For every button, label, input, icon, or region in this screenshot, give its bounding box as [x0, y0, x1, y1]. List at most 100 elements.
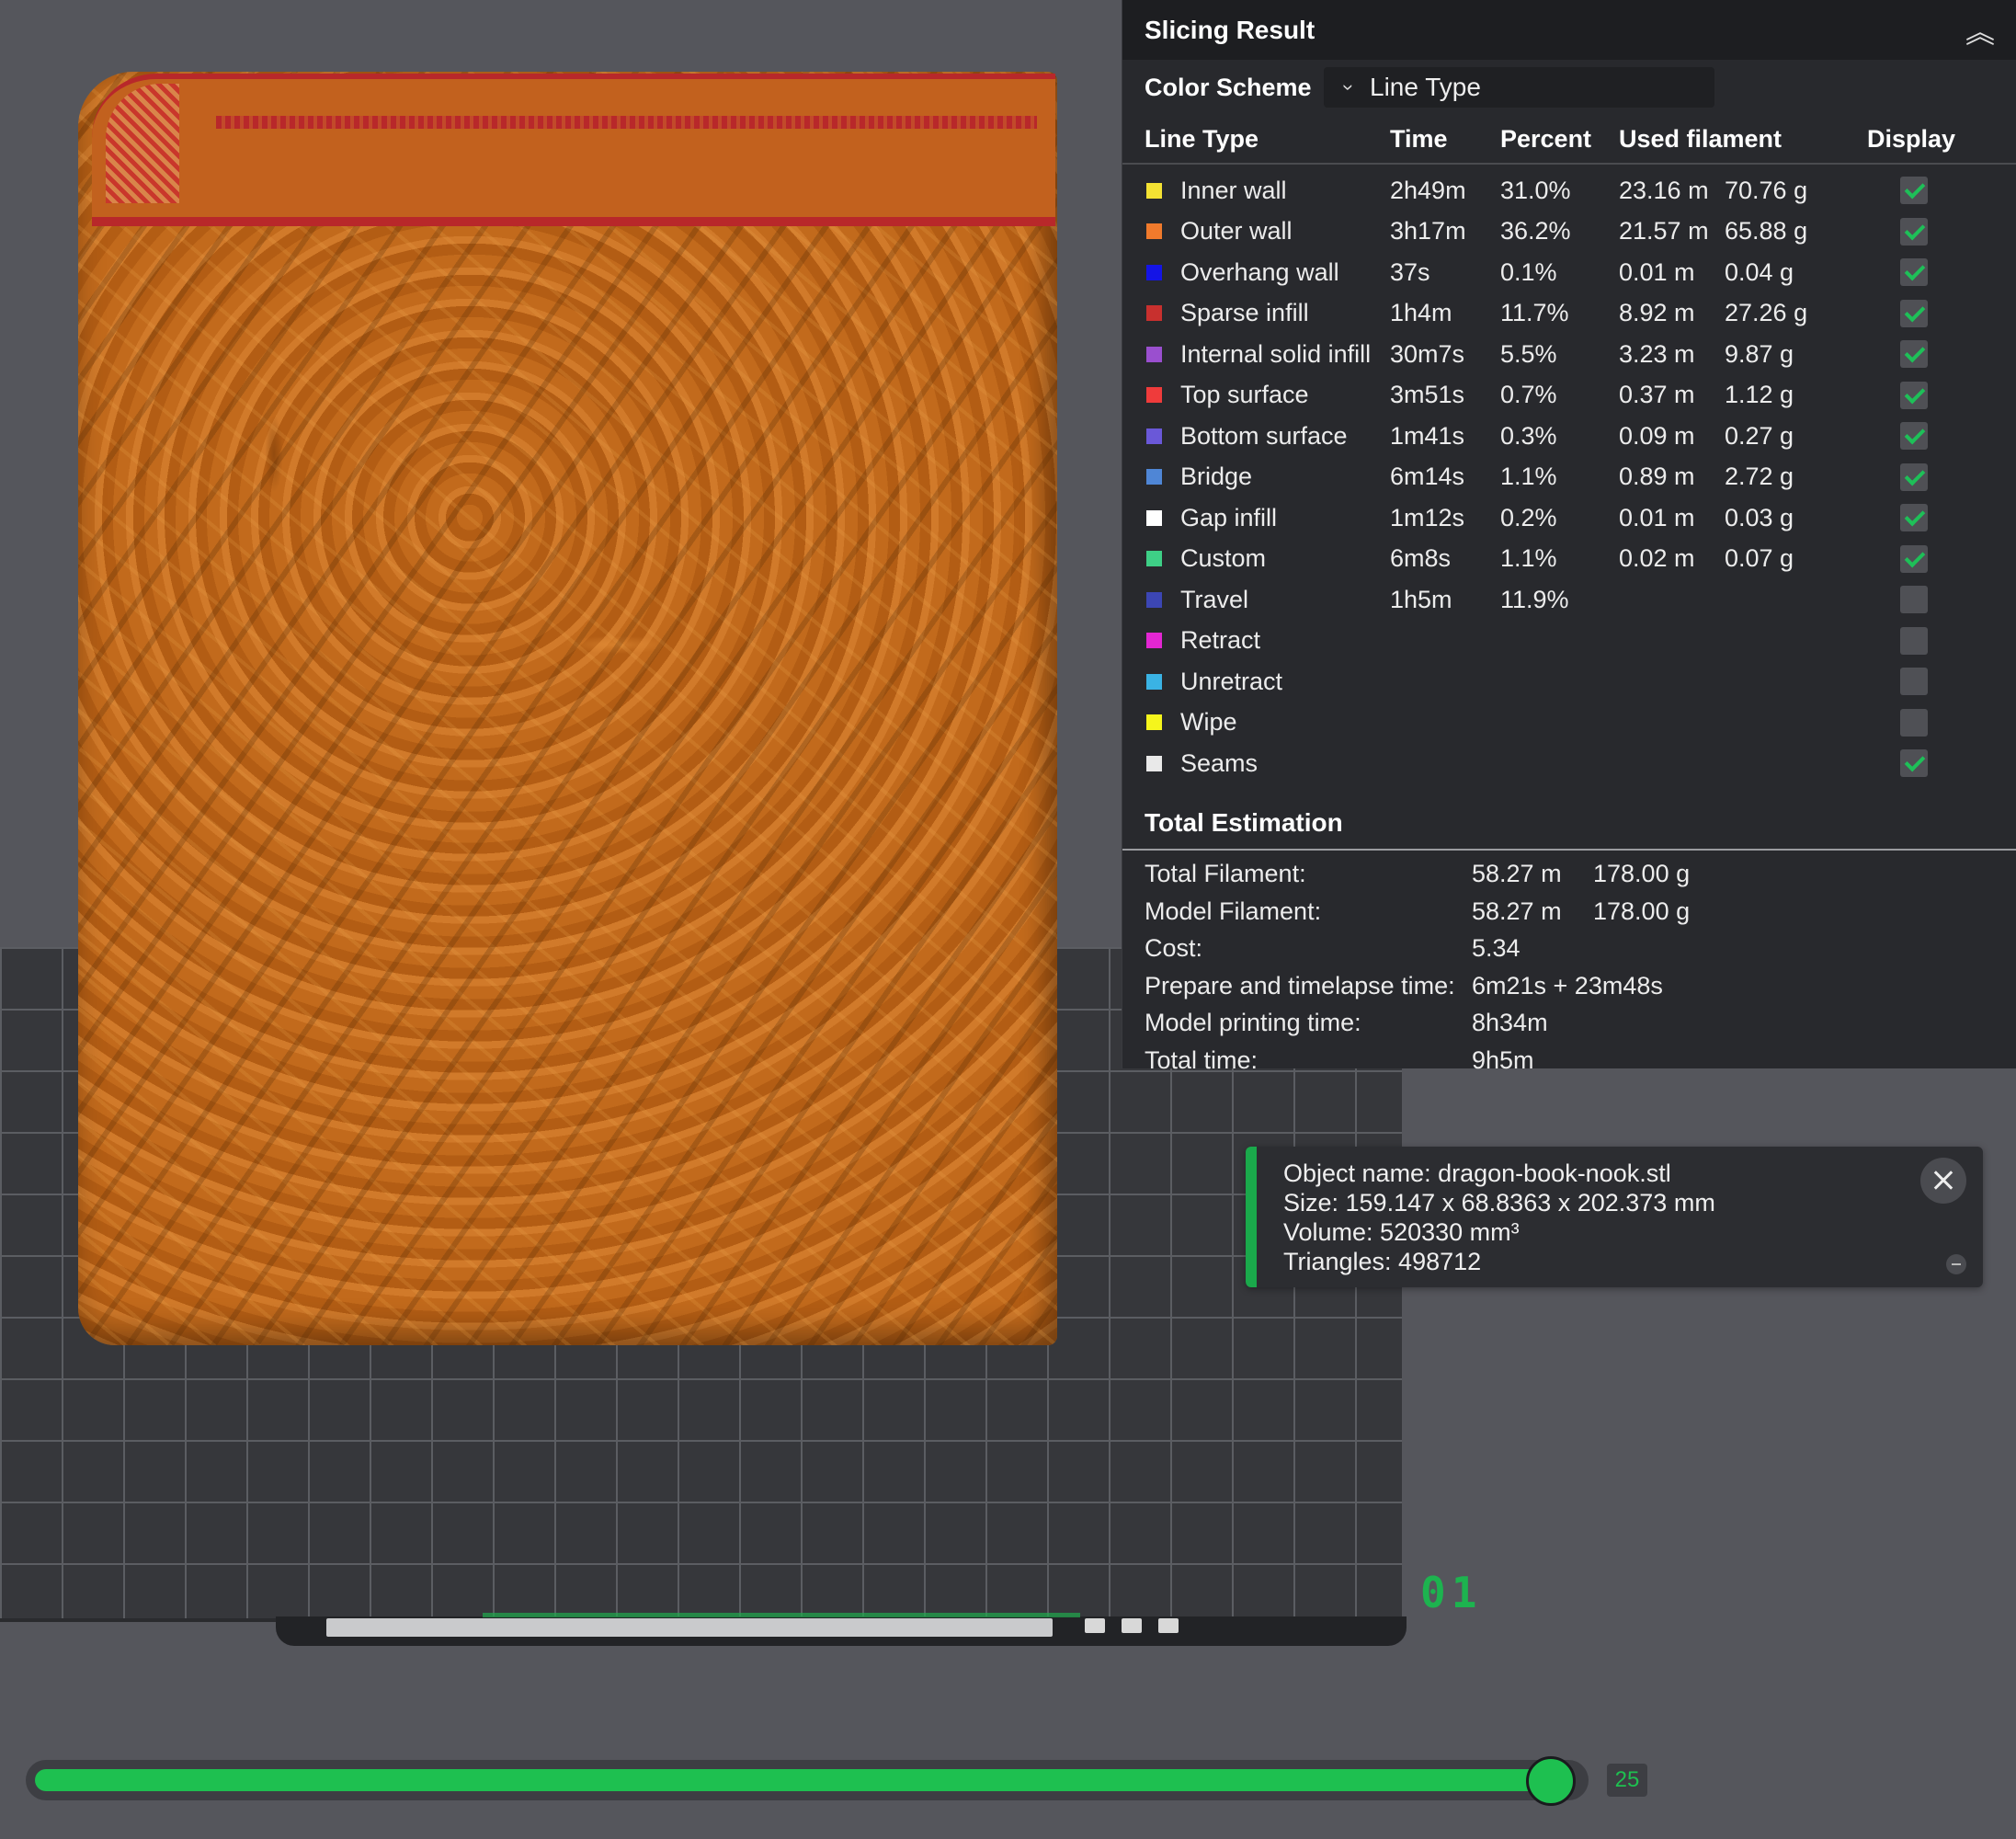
- used-filament-meters: 0.09 m: [1619, 421, 1695, 450]
- line-type-name: Seams: [1180, 748, 1259, 777]
- line-type-time: 6m14s: [1390, 463, 1465, 491]
- display-checkbox[interactable]: [1899, 217, 1928, 246]
- line-type-cell: Gap infill: [1145, 504, 1390, 532]
- total-label: Total Filament:: [1145, 860, 1306, 888]
- display-cell: [1865, 299, 1957, 327]
- display-checkbox[interactable]: [1899, 749, 1928, 778]
- line-type-percent: 11.7%: [1500, 299, 1569, 327]
- display-checkbox[interactable]: [1899, 504, 1928, 532]
- line-type-name: Unretract: [1180, 667, 1283, 695]
- line-type-cell: Wipe: [1145, 708, 1390, 737]
- total-estimation-table: Total Filament: 58.27 m 178.00 g Model Fila…: [1122, 851, 2016, 1079]
- display-checkbox[interactable]: [1899, 668, 1928, 696]
- line-type-row: Custom 6m8s 1.1% 0.02 m 0.07 g: [1122, 539, 2016, 580]
- display-checkbox[interactable]: [1899, 463, 1928, 491]
- chevron-down-icon: ›: [1338, 84, 1361, 91]
- used-filament-grams: 0.03 g: [1725, 503, 1794, 531]
- display-checkbox[interactable]: [1899, 586, 1928, 614]
- display-checkbox[interactable]: [1899, 381, 1928, 409]
- layer-slider-thumb[interactable]: [1526, 1756, 1577, 1806]
- display-checkbox[interactable]: [1899, 177, 1928, 205]
- line-type-time: 1m12s: [1390, 503, 1465, 531]
- layer-slider-fill: [35, 1769, 1549, 1791]
- line-type-row: Bridge 6m14s 1.1% 0.89 m 2.72 g: [1122, 457, 2016, 498]
- display-cell: [1865, 340, 1957, 369]
- total-row: Total time: 9h5m: [1122, 1042, 2016, 1079]
- line-type-name: Wipe: [1180, 708, 1237, 737]
- object-info-popup: Object name: dragon-book-nook.stl Size: …: [1246, 1147, 1983, 1287]
- object-volume: Volume: 520330 mm³: [1283, 1218, 1520, 1246]
- layer-slider[interactable]: [26, 1756, 1589, 1806]
- display-checkbox[interactable]: [1899, 299, 1928, 327]
- double-chevron-up-icon[interactable]: ︽: [1965, 9, 1995, 51]
- total-value: 9h5m: [1472, 1045, 1534, 1074]
- object-size: Size: 159.147 x 68.8363 x 202.373 mm: [1283, 1189, 1715, 1216]
- color-swatch: [1146, 755, 1162, 771]
- line-type-name: Inner wall: [1180, 176, 1287, 204]
- total-row: Model Filament: 58.27 m 178.00 g: [1122, 893, 2016, 931]
- display-checkbox[interactable]: [1899, 340, 1928, 369]
- display-cell: [1865, 258, 1957, 287]
- color-swatch: [1146, 714, 1162, 731]
- total-value: 58.27 m: [1472, 897, 1562, 925]
- build-plate-label: [326, 1613, 1080, 1637]
- model-top-edge: [92, 74, 1055, 226]
- line-type-cell: Overhang wall: [1145, 258, 1390, 287]
- display-checkbox[interactable]: [1899, 422, 1928, 451]
- display-cell: [1865, 177, 1957, 205]
- line-type-name: Travel: [1180, 585, 1249, 613]
- color-scheme-label: Color Scheme: [1145, 73, 1312, 101]
- color-swatch: [1146, 387, 1162, 404]
- line-type-table-header: Line Type Time Percent Used filament Dis…: [1122, 115, 2016, 165]
- display-cell: [1865, 708, 1957, 737]
- total-row: Model printing time: 8h34m: [1122, 1005, 2016, 1043]
- color-scheme-value: Line Type: [1370, 73, 1481, 101]
- line-type-time: 30m7s: [1390, 339, 1465, 368]
- line-type-cell: Internal solid infill: [1145, 340, 1390, 369]
- line-type-name: Internal solid infill: [1180, 339, 1372, 368]
- line-type-percent: 11.9%: [1500, 585, 1569, 613]
- line-type-time: 1h4m: [1390, 299, 1452, 327]
- display-cell: [1865, 749, 1957, 778]
- display-checkbox[interactable]: [1899, 544, 1928, 573]
- line-type-row: Outer wall 3h17m 36.2% 21.57 m 65.88 g: [1122, 211, 2016, 253]
- close-icon[interactable]: [1920, 1158, 1966, 1204]
- display-checkbox[interactable]: [1899, 626, 1928, 655]
- line-type-cell: Custom: [1145, 544, 1390, 573]
- total-row: Cost: 5.34: [1122, 931, 2016, 968]
- line-type-name: Outer wall: [1180, 217, 1293, 246]
- line-type-cell: Top surface: [1145, 381, 1390, 409]
- total-label: Model Filament:: [1145, 897, 1322, 925]
- used-filament-cell: 0.02 m 0.07 g: [1619, 544, 1865, 573]
- line-type-percent: 1.1%: [1500, 463, 1557, 491]
- display-checkbox[interactable]: [1899, 708, 1928, 737]
- line-type-cell: Unretract: [1145, 668, 1390, 696]
- display-checkbox[interactable]: [1899, 258, 1928, 287]
- color-scheme-dropdown[interactable]: › Line Type: [1324, 67, 1714, 108]
- color-scheme-row: Color Scheme › Line Type: [1122, 60, 2016, 115]
- line-type-row: Top surface 3m51s 0.7% 0.37 m 1.12 g: [1122, 375, 2016, 417]
- total-label: Cost:: [1145, 934, 1203, 963]
- minimize-icon[interactable]: [1946, 1254, 1966, 1274]
- line-type-name: Sparse infill: [1180, 299, 1309, 327]
- line-type-row: Overhang wall 37s 0.1% 0.01 m 0.04 g: [1122, 252, 2016, 293]
- line-type-time: 1h5m: [1390, 585, 1452, 613]
- line-type-name: Overhang wall: [1180, 257, 1339, 286]
- line-type-row: Wipe: [1122, 702, 2016, 744]
- object-triangles: Triangles: 498712: [1283, 1248, 1482, 1275]
- panel-header: Slicing Result ︽: [1122, 0, 2016, 60]
- used-filament-cell: 0.89 m 2.72 g: [1619, 463, 1865, 491]
- total-estimation-title: Total Estimation: [1122, 797, 2016, 851]
- total-value-secondary: 178.00 g: [1593, 897, 1691, 925]
- color-swatch: [1146, 469, 1162, 485]
- display-cell: [1865, 463, 1957, 491]
- used-filament-grams: 9.87 g: [1725, 339, 1794, 368]
- used-filament-meters: 21.57 m: [1619, 217, 1709, 246]
- color-swatch: [1146, 305, 1162, 322]
- display-cell: [1865, 422, 1957, 451]
- line-type-time: 2h49m: [1390, 176, 1466, 204]
- used-filament-meters: 0.02 m: [1619, 544, 1695, 573]
- sliced-model-preview[interactable]: [78, 72, 1057, 1345]
- line-type-row: Seams: [1122, 743, 2016, 784]
- line-type-row: Bottom surface 1m41s 0.3% 0.09 m 0.27 g: [1122, 416, 2016, 457]
